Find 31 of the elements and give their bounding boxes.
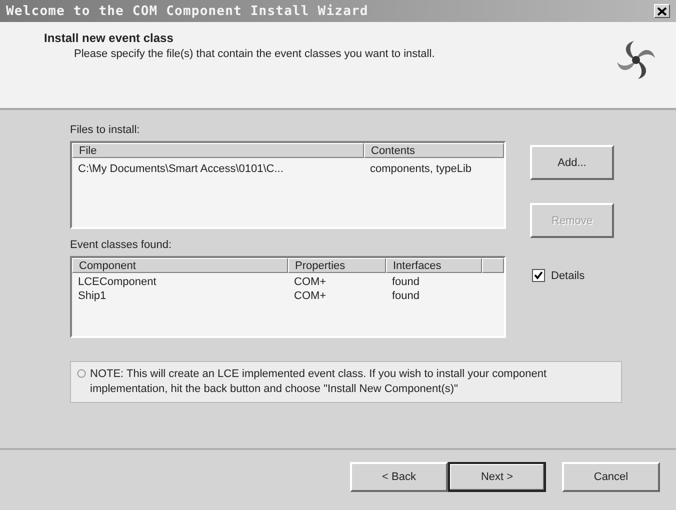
column-header[interactable]: Contents xyxy=(364,143,504,158)
event-classes-list[interactable]: Component Properties Interfaces LCEComponent COM+ found Ship1 COM+ found xyxy=(70,256,506,338)
page-subtitle: Please specify the file(s) that contain the event classes you want to install. xyxy=(73,48,435,60)
window-title: Welcome to the COM Component Install Wizard xyxy=(6,4,368,18)
wizard-button[interactable]: < Back xyxy=(350,462,448,492)
info-icon xyxy=(77,369,86,378)
files-list[interactable]: File Contents C:\My Documents\Smart Access\0101\C... components, typeLib xyxy=(70,141,506,229)
wizard-button[interactable]: Cancel xyxy=(562,462,660,492)
close-icon xyxy=(657,6,667,16)
swirl-icon xyxy=(614,38,658,82)
action-button[interactable]: Add... xyxy=(530,145,614,180)
table-cell-text: Ship1 xyxy=(77,289,108,303)
wizard-button[interactable]: Next > xyxy=(448,462,546,492)
table-cell-text: components, typeLib xyxy=(369,162,473,176)
files-label: Files to install: xyxy=(70,124,141,138)
table-cell-text: found xyxy=(391,289,421,303)
details-checkbox[interactable] xyxy=(532,269,545,282)
table-cell-text: C:\My Documents\Smart Access\0101\C... xyxy=(77,162,284,176)
table-cell-text: COM+ xyxy=(293,289,328,303)
table-cell-text: COM+ xyxy=(293,275,328,289)
close-button[interactable] xyxy=(654,4,670,18)
column-header[interactable]: Properties xyxy=(288,258,386,273)
column-header[interactable]: File xyxy=(72,143,364,158)
column-header[interactable]: Component xyxy=(72,258,288,273)
table-cell-text: found xyxy=(391,275,421,289)
event-classes-label: Event classes found: xyxy=(70,239,173,253)
details-label: Details xyxy=(551,270,585,282)
column-header[interactable]: Interfaces xyxy=(386,258,482,273)
note-text: NOTE: This will create an LCE implemented event class. If you wish to install your component implementation, hit the back button and choose "Install New Component(s)" xyxy=(90,367,548,397)
page-title: Install new event class xyxy=(44,31,174,45)
table-cell-text: LCEComponent xyxy=(77,275,158,289)
